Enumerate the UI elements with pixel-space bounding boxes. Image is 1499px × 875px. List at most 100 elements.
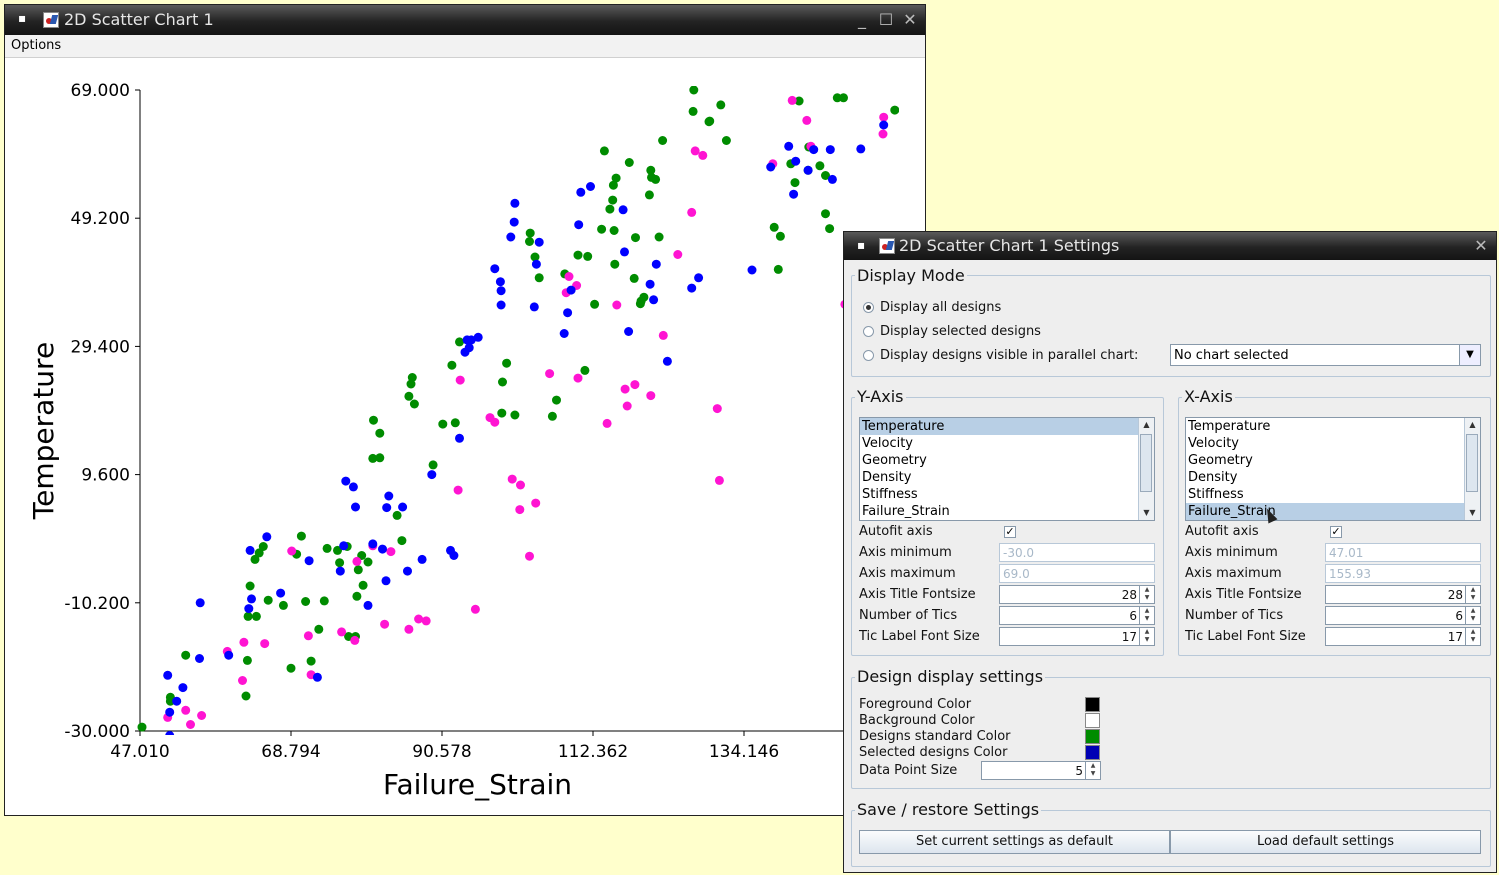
data-point[interactable] xyxy=(381,576,391,586)
x-title-fontsize-spinner[interactable]: 28 ▲ ▼ xyxy=(1325,585,1481,604)
scroll-thumb[interactable] xyxy=(1466,434,1478,492)
load-default-button[interactable]: Load default settings xyxy=(1170,830,1481,854)
data-point[interactable] xyxy=(470,604,480,614)
data-point[interactable] xyxy=(287,546,297,556)
data-point[interactable] xyxy=(639,292,649,302)
data-point[interactable] xyxy=(427,470,437,480)
data-point[interactable] xyxy=(618,205,628,215)
data-point[interactable] xyxy=(312,672,322,682)
data-point[interactable] xyxy=(382,503,392,513)
data-point[interactable] xyxy=(375,453,385,463)
foreground-color-swatch[interactable] xyxy=(1085,697,1100,712)
data-point[interactable] xyxy=(368,539,378,549)
data-point[interactable] xyxy=(705,116,715,126)
data-point[interactable] xyxy=(455,337,464,347)
data-point[interactable] xyxy=(502,358,512,368)
data-point[interactable] xyxy=(583,251,593,261)
scroll-up-icon[interactable]: ▲ xyxy=(1139,418,1154,432)
data-point[interactable] xyxy=(165,707,175,717)
y-max-field[interactable]: 69.0 xyxy=(999,564,1155,583)
data-point[interactable] xyxy=(244,604,254,614)
data-point[interactable] xyxy=(620,384,630,394)
data-point[interactable] xyxy=(651,259,661,269)
data-point[interactable] xyxy=(605,204,615,214)
spinner-buttons[interactable]: ▲ ▼ xyxy=(1465,628,1480,645)
data-point[interactable] xyxy=(251,611,261,621)
list-item[interactable]: Failure_Strain xyxy=(860,503,1154,520)
data-point[interactable] xyxy=(350,635,360,645)
data-point[interactable] xyxy=(286,663,296,673)
data-point[interactable] xyxy=(599,146,609,156)
data-point[interactable] xyxy=(509,217,519,227)
data-point[interactable] xyxy=(339,541,349,551)
data-point[interactable] xyxy=(791,156,801,166)
data-point[interactable] xyxy=(687,283,697,293)
data-point[interactable] xyxy=(351,502,360,512)
data-point[interactable] xyxy=(239,637,249,647)
selected-color-swatch[interactable] xyxy=(1085,745,1100,760)
data-point[interactable] xyxy=(224,650,234,660)
data-point[interactable] xyxy=(258,542,268,551)
data-point[interactable] xyxy=(407,373,417,382)
data-point[interactable] xyxy=(644,190,654,200)
data-point[interactable] xyxy=(602,418,612,428)
scroll-down-icon[interactable]: ▼ xyxy=(1139,506,1154,520)
data-point[interactable] xyxy=(629,273,639,283)
data-point[interactable] xyxy=(178,683,188,693)
data-point[interactable] xyxy=(574,220,584,230)
data-point[interactable] xyxy=(181,705,191,715)
data-point[interactable] xyxy=(573,250,583,260)
spinner-buttons[interactable]: ▲ ▼ xyxy=(1139,586,1154,603)
list-item[interactable]: Stiffness xyxy=(1186,486,1480,503)
chevron-down-icon[interactable]: ▼ xyxy=(1459,345,1480,365)
data-point[interactable] xyxy=(510,410,520,420)
data-point[interactable] xyxy=(809,145,819,155)
spinner-buttons[interactable]: ▲ ▼ xyxy=(1139,628,1154,645)
data-point[interactable] xyxy=(414,614,424,624)
data-point[interactable] xyxy=(260,639,270,649)
data-point[interactable] xyxy=(352,591,362,601)
data-point[interactable] xyxy=(649,295,659,305)
menu-options[interactable]: Options xyxy=(11,38,61,53)
data-point[interactable] xyxy=(496,300,506,310)
data-point[interactable] xyxy=(714,475,724,485)
data-point[interactable] xyxy=(534,273,544,283)
data-point[interactable] xyxy=(497,408,507,418)
scroll-down-icon[interactable]: ▼ xyxy=(1465,506,1480,520)
data-point[interactable] xyxy=(398,502,408,512)
data-point[interactable] xyxy=(322,543,332,553)
data-point[interactable] xyxy=(821,209,830,219)
data-point[interactable] xyxy=(510,198,520,208)
data-point-size-spinner[interactable]: 5 ▲ ▼ xyxy=(981,761,1101,780)
spinner-buttons[interactable]: ▲ ▼ xyxy=(1465,586,1480,603)
data-point[interactable] xyxy=(630,380,640,390)
data-point[interactable] xyxy=(363,600,373,610)
data-point[interactable] xyxy=(825,224,835,234)
data-point[interactable] xyxy=(688,106,698,116)
data-point[interactable] xyxy=(386,547,396,557)
y-tic-font-spinner[interactable]: 17 ▲ ▼ xyxy=(999,627,1155,646)
maximize-icon[interactable]: ☐ xyxy=(877,11,895,29)
data-point[interactable] xyxy=(186,720,195,729)
data-point[interactable] xyxy=(447,360,457,370)
list-item[interactable]: Velocity xyxy=(860,435,1154,452)
data-point[interactable] xyxy=(241,691,251,701)
spinner-buttons[interactable]: ▲ ▼ xyxy=(1465,607,1480,624)
data-point[interactable] xyxy=(137,722,147,732)
data-point[interactable] xyxy=(559,329,569,338)
data-point[interactable] xyxy=(563,308,573,318)
data-point[interactable] xyxy=(787,95,797,105)
data-point[interactable] xyxy=(238,676,247,685)
data-point[interactable] xyxy=(404,624,414,634)
data-point[interactable] xyxy=(455,433,464,443)
x-tics-spinner[interactable]: 6 ▲ ▼ xyxy=(1325,606,1481,625)
data-point[interactable] xyxy=(904,161,913,170)
data-point[interactable] xyxy=(586,182,595,191)
data-point[interactable] xyxy=(566,285,576,295)
data-point[interactable] xyxy=(827,174,837,184)
data-point[interactable] xyxy=(369,415,378,425)
data-point[interactable] xyxy=(506,232,516,242)
data-point[interactable] xyxy=(417,554,427,564)
scatter-plot[interactable]: 69.000 49.200 29.400 9.600 -10.200 -30.00047.… xyxy=(5,57,925,815)
radio-display-selected[interactable] xyxy=(863,326,874,337)
